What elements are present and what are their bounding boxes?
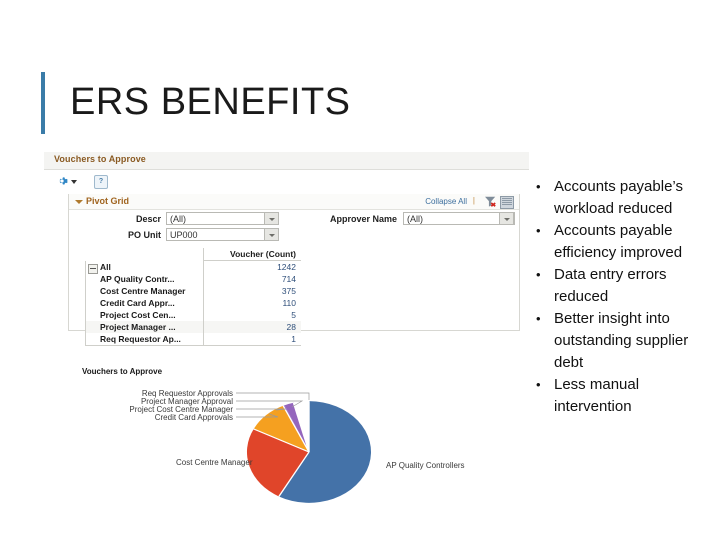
row-expander-icon[interactable] bbox=[88, 263, 98, 274]
chevron-down-icon[interactable] bbox=[71, 180, 77, 184]
row-count: 714 bbox=[203, 273, 301, 285]
filter-label-descr: Descr bbox=[135, 214, 161, 224]
pivot-grid-header: Pivot Grid Collapse All | bbox=[69, 194, 519, 210]
row-label: All bbox=[100, 261, 111, 272]
list-item: Less manual intervention bbox=[530, 374, 710, 418]
filter-label-approver-name: Approver Name bbox=[329, 214, 397, 224]
pivot-data-table: Voucher (Count) All 1242 AP Quality Cont… bbox=[84, 248, 301, 346]
collapse-all-link[interactable]: Collapse All bbox=[425, 197, 467, 206]
row-count: 1242 bbox=[203, 260, 301, 273]
row-label: Req Requestor Ap... bbox=[84, 333, 204, 346]
row-label: Project Cost Cen... bbox=[84, 309, 204, 321]
table-row[interactable]: Project Cost Cen... 5 bbox=[84, 309, 301, 321]
pie-chart-svg: Req Requestor Approvals Project Manager … bbox=[129, 389, 465, 503]
table-header-row: Voucher (Count) bbox=[86, 248, 301, 261]
list-item: Data entry errors reduced bbox=[530, 264, 710, 308]
pivot-grid-title: Pivot Grid bbox=[86, 196, 130, 206]
table-header-row-label bbox=[86, 248, 204, 261]
filter-value-descr[interactable]: (All) bbox=[166, 212, 279, 225]
row-count: 110 bbox=[203, 297, 301, 309]
row-label: AP Quality Contr... bbox=[84, 273, 204, 285]
help-icon[interactable]: ? bbox=[94, 175, 108, 189]
filter-label-po-unit: PO Unit bbox=[128, 230, 161, 240]
table-row[interactable]: AP Quality Contr... 714 bbox=[84, 273, 301, 285]
row-count: 1 bbox=[203, 333, 301, 346]
application-screenshot: Vouchers to Approve ? Pivot Grid Collaps… bbox=[44, 152, 529, 524]
benefits-bullet-list: Accounts payable’s workload reduced Acco… bbox=[530, 176, 710, 418]
table-row[interactable]: Project Manager ... 28 bbox=[84, 321, 301, 333]
pie-label-cost-centre-manager: Cost Centre Manager bbox=[176, 458, 253, 467]
filter-dropdown-descr[interactable] bbox=[264, 212, 279, 225]
pie-chart: Vouchers to Approve Req Requestor Approv… bbox=[64, 367, 514, 517]
window-title: Vouchers to Approve bbox=[54, 154, 146, 164]
list-item: Accounts payable efficiency improved bbox=[530, 220, 710, 264]
window-header: Vouchers to Approve bbox=[44, 152, 529, 170]
row-label: Project Manager ... bbox=[84, 321, 204, 333]
list-item: Better insight into outstanding supplier… bbox=[530, 308, 710, 374]
table-row[interactable]: Req Requestor Ap... 1 bbox=[84, 333, 301, 346]
toolbar: ? bbox=[44, 172, 529, 192]
collapse-chevron-icon[interactable] bbox=[75, 200, 83, 204]
table-header-voucher-count: Voucher (Count) bbox=[203, 248, 301, 261]
row-label: Credit Card Appr... bbox=[84, 297, 204, 309]
page-title: ERS BENEFITS bbox=[70, 81, 351, 123]
row-count: 28 bbox=[203, 321, 301, 333]
filter-dropdown-approver-name[interactable] bbox=[499, 212, 514, 225]
row-label: Cost Centre Manager bbox=[84, 285, 204, 297]
filter-clear-icon[interactable] bbox=[484, 196, 497, 207]
pivot-grid-panel: Pivot Grid Collapse All | Descr (All) PO… bbox=[68, 194, 520, 346]
toolbar-separator: | bbox=[472, 196, 475, 205]
grid-view-icon[interactable] bbox=[500, 196, 514, 209]
table-row[interactable]: All 1242 bbox=[84, 260, 301, 274]
table-row[interactable]: Cost Centre Manager 375 bbox=[84, 285, 301, 297]
table-row[interactable]: Credit Card Appr... 110 bbox=[84, 297, 301, 309]
row-count: 5 bbox=[203, 309, 301, 321]
list-item: Accounts payable’s workload reduced bbox=[530, 176, 710, 220]
filter-value-po-unit[interactable]: UP000 bbox=[166, 228, 279, 241]
slide: ERS BENEFITS Vouchers to Approve ? Pivot… bbox=[0, 0, 720, 540]
gear-icon[interactable] bbox=[56, 175, 68, 187]
chart-title: Vouchers to Approve bbox=[82, 367, 163, 376]
pie-label-credit-card-approvals: Credit Card Approvals bbox=[155, 413, 233, 422]
filter-dropdown-po-unit[interactable] bbox=[264, 228, 279, 241]
row-count: 375 bbox=[203, 285, 301, 297]
pie-callout-labels: Req Requestor Approvals Project Manager … bbox=[129, 389, 233, 422]
pie-label-ap-quality-controllers: AP Quality Controllers bbox=[386, 461, 465, 470]
title-accent-bar bbox=[41, 72, 45, 134]
